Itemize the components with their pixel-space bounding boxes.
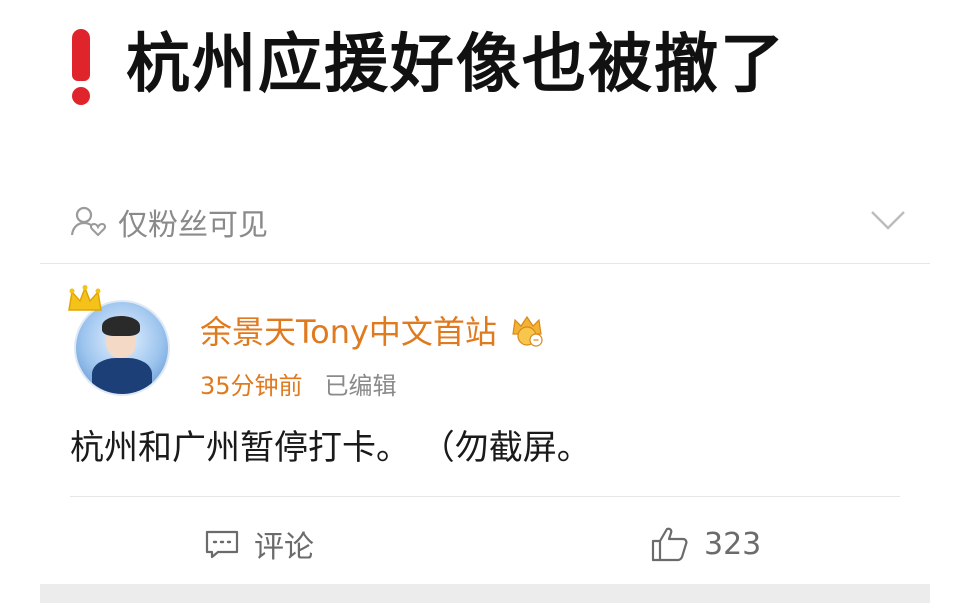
visibility-label: 仅粉丝可见 [118, 208, 268, 243]
chevron-down-icon[interactable] [868, 206, 908, 234]
exclamation-icon [62, 25, 102, 105]
author-name-text: 余景天Tony中文首站 [200, 313, 497, 351]
crown-icon [68, 285, 102, 311]
vip-crown-icon [512, 315, 543, 347]
divider [40, 263, 930, 264]
divider [70, 496, 900, 497]
comment-button[interactable]: 评论 [204, 520, 314, 568]
thumbs-up-icon [651, 527, 688, 562]
footer-bar [40, 584, 930, 603]
post-time: 35分钟前 [200, 371, 303, 400]
edited-label[interactable]: 已编辑 [325, 366, 397, 401]
headline-text: 杭州应援好像也被撤了 [126, 28, 786, 102]
headline: 杭州应援好像也被撤了 [62, 22, 786, 108]
comment-icon [205, 530, 239, 559]
like-button[interactable]: 323 [650, 520, 761, 568]
fans-only-icon [70, 206, 107, 237]
post-content: 杭州和广州暂停打卡。 （勿截屏。 [70, 428, 591, 468]
avatar[interactable] [66, 284, 176, 396]
post-meta: 35分钟前 已编辑 [200, 366, 397, 400]
visibility-row: 仅粉丝可见 [70, 198, 268, 246]
like-count: 323 [704, 526, 762, 562]
author-name[interactable]: 余景天Tony中文首站 [200, 308, 545, 352]
comment-label: 评论 [254, 530, 314, 565]
